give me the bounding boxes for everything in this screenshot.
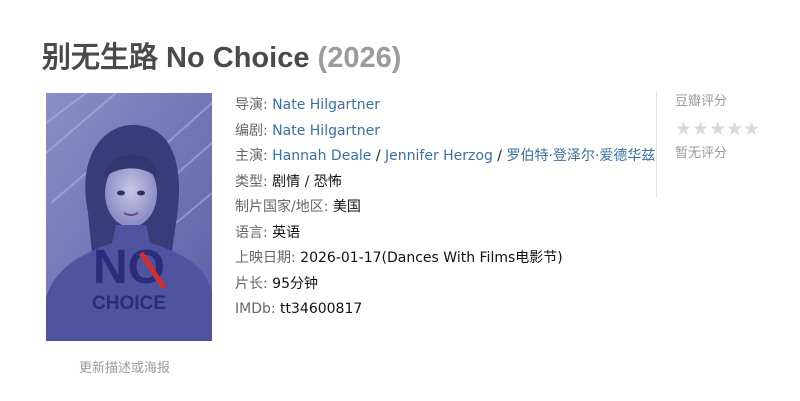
page-title: 别无生路 No Choice (2026) (42, 34, 401, 76)
update-poster-link[interactable]: 更新描述或海报 (79, 357, 170, 376)
release-value: 2026-01-17(Dances With Films电影节) (300, 250, 563, 266)
imdb-row: IMDb: tt34600817 (235, 297, 655, 323)
movie-year: (2026) (317, 42, 402, 74)
rating-divider (656, 91, 657, 198)
cast-label: 主演: (235, 148, 268, 164)
rating-stars-icon: ★★★★★ (675, 118, 761, 140)
movie-poster[interactable]: NO CHOICE (46, 93, 212, 341)
genre-label: 类型: (235, 173, 268, 190)
no-rating-text: 暂无评分 (675, 146, 728, 161)
cast-separator: / (371, 148, 386, 164)
cast-row: 主演: Hannah Deale / Jennifer Herzog / 罗伯特… (235, 144, 655, 170)
rating-panel: 豆瓣评分 ★★★★★ 暂无评分 (675, 91, 785, 163)
poster-title-line2: CHOICE (92, 293, 166, 314)
language-row: 语言: 英语 (235, 221, 655, 247)
poster-image: NO CHOICE (46, 93, 212, 341)
writer-row: 编剧: Nate Hilgartner (235, 119, 655, 145)
genre-value-1: 剧情 (272, 173, 301, 190)
country-row: 制片国家/地区: 美国 (235, 195, 655, 221)
director-link[interactable]: Nate Hilgartner (272, 97, 380, 113)
cast-link-2[interactable]: Jennifer Herzog (385, 148, 493, 164)
cast-link-1[interactable]: Hannah Deale (272, 148, 371, 164)
genre-row: 类型: 剧情 / 恐怖 (235, 170, 655, 196)
cast-separator: / (492, 148, 507, 164)
writer-label: 编剧: (235, 122, 268, 139)
country-label: 制片国家/地区: (235, 199, 329, 215)
runtime-row: 片长: 95分钟 (235, 272, 655, 298)
rating-title: 豆瓣评分 (675, 94, 728, 109)
director-label: 导演: (235, 97, 268, 113)
runtime-value: 95分钟 (272, 275, 318, 292)
imdb-value: tt34600817 (280, 301, 363, 317)
language-label: 语言: (235, 224, 268, 241)
cast-link-3[interactable]: 罗伯特·登泽尔·爱德华兹 (506, 148, 655, 164)
genre-separator: / (300, 173, 314, 190)
language-value: 英语 (272, 224, 301, 241)
movie-title: 别无生路 No Choice (42, 42, 310, 74)
runtime-label: 片长: (235, 275, 268, 292)
release-row: 上映日期: 2026-01-17(Dances With Films电影节) (235, 246, 655, 272)
movie-info: 导演: Nate Hilgartner 编剧: Nate Hilgartner … (235, 93, 655, 323)
release-label: 上映日期: (235, 250, 296, 266)
genre-value-2: 恐怖 (313, 173, 342, 190)
country-value: 美国 (332, 199, 361, 215)
writer-link[interactable]: Nate Hilgartner (272, 123, 380, 139)
imdb-label: IMDb: (235, 301, 276, 317)
director-row: 导演: Nate Hilgartner (235, 93, 655, 119)
poster-title-line1: NO (93, 241, 165, 294)
